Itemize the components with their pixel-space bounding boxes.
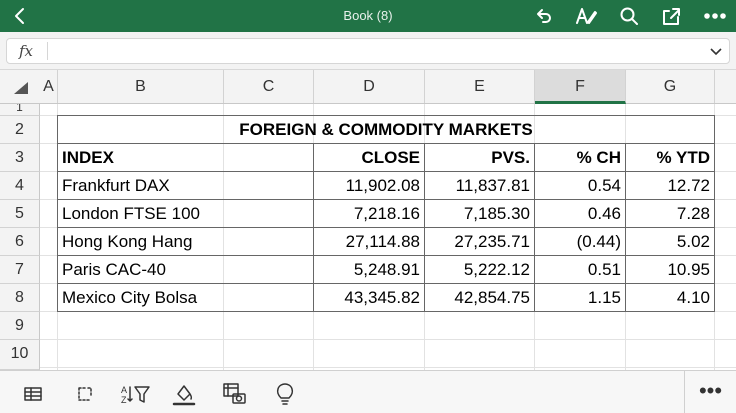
row-header-5[interactable]: 5	[0, 200, 40, 228]
row-header-2[interactable]: 2	[0, 116, 40, 144]
header-pct-ytd[interactable]: % YTD	[626, 144, 714, 172]
cell-index[interactable]: Frankfurt DAX	[58, 172, 313, 200]
cell-pvs[interactable]: 5,222.12	[425, 256, 534, 284]
freeze-icon[interactable]	[72, 381, 98, 407]
bottom-toolbar: AZ •••	[0, 370, 736, 413]
column-header-bar: A B C D E F G	[0, 70, 736, 104]
formula-bar: fx	[0, 32, 736, 70]
row-header-8[interactable]: 8	[0, 284, 40, 312]
row-header-4[interactable]: 4	[0, 172, 40, 200]
cell-close[interactable]: 7,218.16	[314, 200, 424, 228]
cell-pct-ch[interactable]: 1.15	[535, 284, 625, 312]
header-index[interactable]: INDEX	[58, 144, 313, 172]
pen-icon[interactable]	[574, 4, 598, 28]
column-header-a[interactable]: A	[40, 70, 58, 103]
row-header-9[interactable]: 9	[0, 312, 40, 340]
fill-icon[interactable]	[171, 381, 197, 407]
column-header-g[interactable]: G	[626, 70, 715, 103]
select-all-icon[interactable]	[14, 82, 30, 94]
cell-pvs[interactable]: 7,185.30	[425, 200, 534, 228]
cell-pct-ch[interactable]: 0.46	[535, 200, 625, 228]
formula-separator	[47, 42, 48, 60]
cell-close[interactable]: 5,248.91	[314, 256, 424, 284]
fx-icon: fx	[19, 42, 34, 60]
cell-pct-ch[interactable]: (0.44)	[535, 228, 625, 256]
share-icon[interactable]	[659, 4, 683, 28]
formula-input[interactable]: fx	[6, 38, 730, 64]
more-options-button[interactable]: •••	[684, 371, 736, 413]
cell-pvs[interactable]: 42,854.75	[425, 284, 534, 312]
cell-close[interactable]: 43,345.82	[314, 284, 424, 312]
row-header-3[interactable]: 3	[0, 144, 40, 172]
cell-index[interactable]: London FTSE 100	[58, 200, 313, 228]
header-pvs[interactable]: PVS.	[425, 144, 534, 172]
row-header-6[interactable]: 6	[0, 228, 40, 256]
cell-index[interactable]: Paris CAC-40	[58, 256, 313, 284]
row-header-1[interactable]: 1	[0, 104, 40, 116]
row-header-10[interactable]: 10	[0, 340, 40, 370]
column-header-e[interactable]: E	[425, 70, 535, 103]
table-title[interactable]: FOREIGN & COMMODITY MARKETS	[58, 116, 714, 144]
table-border	[714, 115, 715, 312]
cell-grid[interactable]: FOREIGN & COMMODITY MARKETS INDEX CLOSE …	[40, 104, 736, 370]
cell-pct-ytd[interactable]: 7.28	[626, 200, 714, 228]
insert-image-icon[interactable]	[222, 381, 248, 407]
gridline	[40, 367, 736, 368]
cell-pct-ch[interactable]: 0.51	[535, 256, 625, 284]
cell-index[interactable]: Hong Kong Hang	[58, 228, 313, 256]
cell-close[interactable]: 11,902.08	[314, 172, 424, 200]
undo-icon[interactable]	[531, 4, 555, 28]
lightbulb-icon[interactable]	[272, 381, 298, 407]
column-header-c[interactable]: C	[224, 70, 314, 103]
more-icon[interactable]	[703, 4, 727, 28]
cell-pct-ytd[interactable]: 12.72	[626, 172, 714, 200]
search-icon[interactable]	[617, 4, 641, 28]
top-bar: Book (8)	[0, 0, 736, 32]
table-icon[interactable]	[20, 381, 46, 407]
cell-pct-ytd[interactable]: 5.02	[626, 228, 714, 256]
chevron-down-icon[interactable]	[709, 44, 723, 63]
cell-close[interactable]: 27,114.88	[314, 228, 424, 256]
column-header-b[interactable]: B	[58, 70, 224, 103]
cell-pct-ytd[interactable]: 10.95	[626, 256, 714, 284]
row-header-7[interactable]: 7	[0, 256, 40, 284]
svg-text:Z: Z	[121, 395, 127, 405]
gridline	[40, 339, 736, 340]
header-close[interactable]: CLOSE	[314, 144, 424, 172]
sort-filter-icon[interactable]: AZ	[120, 381, 154, 407]
cell-pct-ch[interactable]: 0.54	[535, 172, 625, 200]
cell-pct-ytd[interactable]: 4.10	[626, 284, 714, 312]
cell-pvs[interactable]: 11,837.81	[425, 172, 534, 200]
svg-text:A: A	[121, 385, 127, 395]
header-pct-ch[interactable]: % CH	[535, 144, 625, 172]
column-header-d[interactable]: D	[314, 70, 425, 103]
cell-index[interactable]: Mexico City Bolsa	[58, 284, 313, 312]
column-header-f[interactable]: F	[535, 70, 626, 104]
cell-pvs[interactable]: 27,235.71	[425, 228, 534, 256]
